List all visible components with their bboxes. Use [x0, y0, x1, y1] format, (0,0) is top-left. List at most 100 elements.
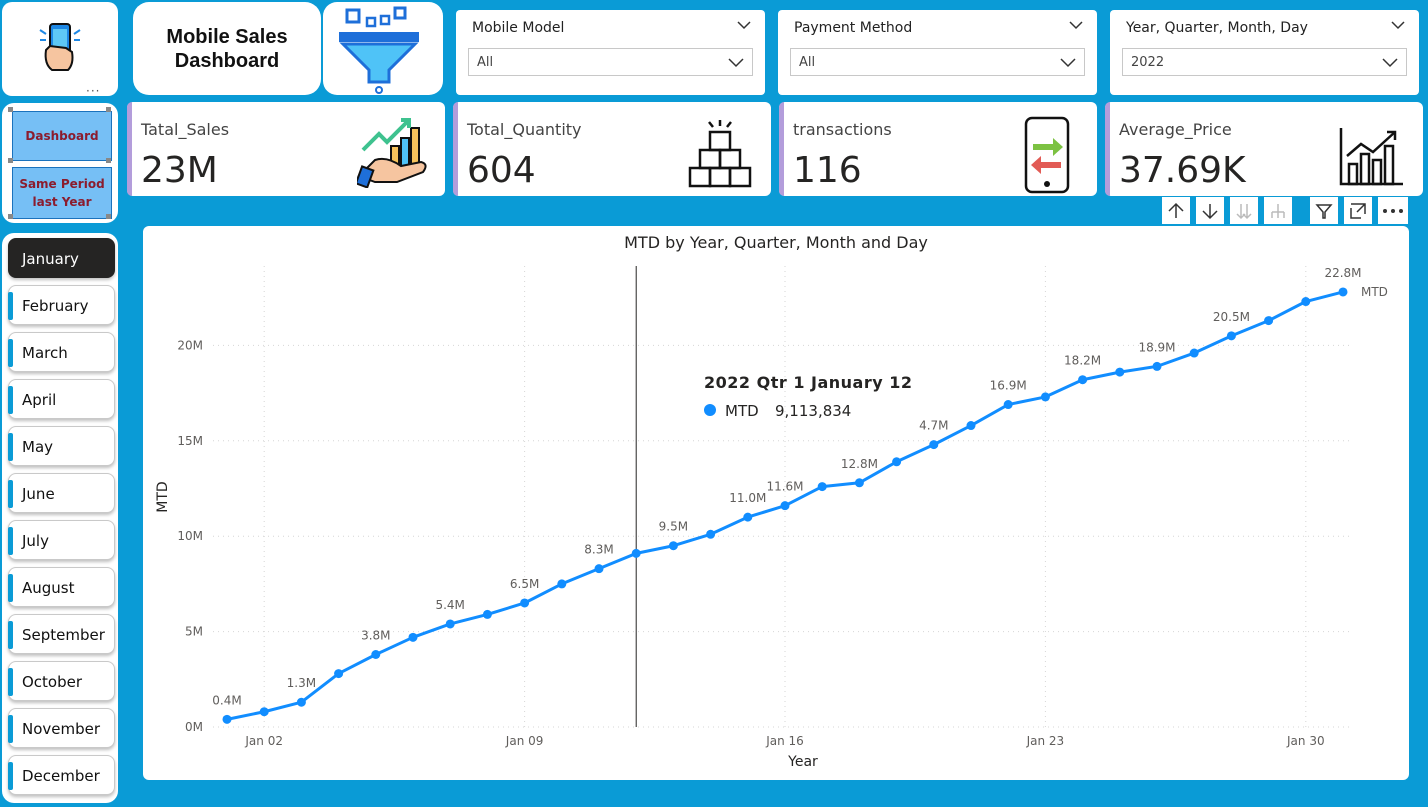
resize-handle[interactable] — [8, 214, 13, 219]
chevron-down-icon[interactable] — [737, 18, 751, 32]
month-button-march[interactable]: March — [8, 332, 115, 372]
more-options-icon[interactable]: ··· — [86, 84, 100, 98]
resize-handle[interactable] — [106, 214, 111, 219]
data-point — [966, 421, 976, 431]
month-button-july[interactable]: July — [8, 520, 115, 560]
tooltip-series-marker — [704, 404, 716, 416]
data-label: 6.5M — [510, 577, 539, 591]
series-end-label: MTD — [1361, 285, 1388, 299]
kpi-label: Tatal_Sales — [141, 120, 230, 139]
data-point — [1040, 392, 1050, 402]
visual-header-toolbar — [1162, 197, 1410, 224]
dashboard-button[interactable]: Dashboard — [12, 111, 112, 161]
kpi-card-total-sales: Tatal_Sales 23M — [127, 102, 445, 196]
chevron-down-icon[interactable] — [1069, 18, 1083, 32]
x-tick-label: Jan 23 — [1026, 734, 1065, 748]
data-point — [743, 512, 753, 522]
resize-handle[interactable] — [106, 158, 111, 163]
slicer-value: All — [477, 55, 494, 70]
page-title: Mobile Sales Dashboard — [166, 25, 288, 72]
y-tick-label: 5M — [185, 625, 203, 639]
kpi-value: 37.69K — [1119, 150, 1246, 191]
chart-svg[interactable]: MTD by Year, Quarter, Month and Day 0M 5M 1… — [143, 226, 1409, 780]
data-point — [1189, 348, 1199, 358]
data-label: 4.7M — [919, 419, 948, 433]
data-label: 20.5M — [1213, 310, 1250, 324]
data-point — [668, 541, 678, 551]
same-period-last-year-button[interactable]: Same Period last Year — [12, 167, 112, 219]
bar-chart-growth-icon — [1339, 128, 1403, 186]
data-point — [445, 619, 455, 629]
slicer-title: Year, Quarter, Month, Day — [1126, 20, 1308, 36]
drill-down-icon[interactable] — [1196, 197, 1224, 224]
slicer-payment-method[interactable]: Payment Method All — [778, 10, 1097, 95]
data-point — [557, 579, 567, 589]
resize-handle[interactable] — [8, 158, 13, 163]
data-point — [296, 697, 306, 707]
resize-handle[interactable] — [106, 107, 111, 112]
x-axis-title: Year — [787, 754, 818, 770]
slicer-date[interactable]: Year, Quarter, Month, Day 2022 — [1110, 10, 1419, 95]
drill-up-icon[interactable] — [1162, 197, 1190, 224]
data-point — [892, 457, 902, 467]
slicer-dropdown[interactable]: 2022 — [1122, 48, 1407, 76]
data-point — [520, 598, 530, 608]
expand-next-level-icon[interactable] — [1264, 197, 1292, 224]
month-button-september[interactable]: September — [8, 614, 115, 654]
month-button-february[interactable]: February — [8, 285, 115, 325]
kpi-card-average-price: Average_Price 37.69K — [1105, 102, 1423, 196]
month-button-november[interactable]: November — [8, 708, 115, 748]
kpi-card-total-quantity: Total_Quantity 604 — [453, 102, 771, 196]
data-point — [1226, 331, 1236, 341]
data-point — [1078, 375, 1088, 385]
slicer-title: Payment Method — [794, 20, 913, 36]
data-label: 8.3M — [584, 543, 613, 557]
month-button-january[interactable]: January — [8, 238, 115, 278]
dashboard-title-card: Mobile Sales Dashboard — [133, 2, 321, 95]
y-tick-label: 15M — [177, 434, 203, 448]
slicer-dropdown[interactable]: All — [790, 48, 1085, 76]
month-button-august[interactable]: August — [8, 567, 115, 607]
y-tick-label: 10M — [177, 529, 203, 543]
month-button-may[interactable]: May — [8, 426, 115, 466]
logo-card: ··· — [2, 2, 118, 98]
data-label: 0.4M — [212, 693, 241, 707]
more-options-icon[interactable] — [1378, 197, 1408, 224]
funnel-filter-icon — [339, 6, 419, 94]
data-point — [706, 529, 716, 539]
data-point — [929, 440, 939, 450]
data-point — [1338, 287, 1348, 297]
filter-icon[interactable] — [1310, 197, 1338, 224]
slicer-dropdown[interactable]: All — [468, 48, 753, 76]
data-label: 11.0M — [729, 491, 766, 505]
x-tick-label: Jan 30 — [1286, 734, 1325, 748]
data-point — [1152, 361, 1162, 371]
go-to-next-level-icon[interactable] — [1230, 197, 1258, 224]
chevron-down-icon[interactable] — [1391, 18, 1405, 32]
data-point — [1115, 367, 1125, 377]
kpi-label: Average_Price — [1119, 120, 1232, 139]
data-point — [408, 632, 418, 642]
data-label: 22.8M — [1324, 266, 1361, 280]
data-label: 16.9M — [990, 379, 1027, 393]
data-point — [1264, 316, 1274, 326]
data-point — [631, 548, 641, 558]
slicer-mobile-model[interactable]: Mobile Model All — [456, 10, 765, 95]
chevron-down-icon[interactable] — [728, 54, 744, 70]
chart-title: MTD by Year, Quarter, Month and Day — [624, 233, 928, 252]
data-label: 18.9M — [1138, 340, 1175, 354]
month-button-april[interactable]: April — [8, 379, 115, 419]
month-button-june[interactable]: June — [8, 473, 115, 513]
filter-card[interactable] — [323, 2, 443, 95]
month-button-december[interactable]: December — [8, 755, 115, 795]
data-label: 5.4M — [435, 598, 464, 612]
phone-transfer-arrows-icon — [1024, 116, 1070, 194]
tooltip-series-name: MTD — [725, 402, 759, 420]
focus-mode-icon[interactable] — [1344, 197, 1372, 224]
chevron-down-icon[interactable] — [1060, 54, 1076, 70]
kpi-value: 23M — [141, 150, 218, 191]
month-button-october[interactable]: October — [8, 661, 115, 701]
resize-handle[interactable] — [8, 107, 13, 112]
mtd-line-chart[interactable]: MTD by Year, Quarter, Month and Day 0M 5M 1… — [143, 226, 1409, 780]
chevron-down-icon[interactable] — [1382, 54, 1398, 70]
